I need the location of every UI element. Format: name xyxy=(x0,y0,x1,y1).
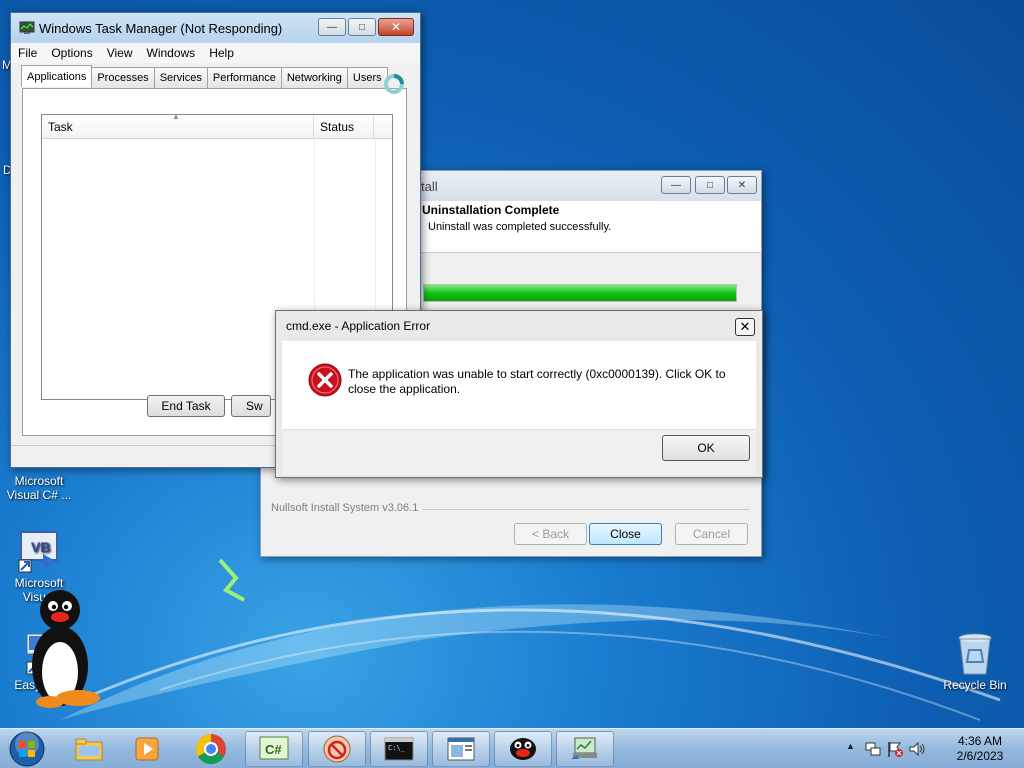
minimize-icon: — xyxy=(327,21,337,33)
menu-help[interactable]: Help xyxy=(202,46,241,60)
chrome-icon xyxy=(195,734,226,765)
header-subtitle: Uninstall was completed successfully. xyxy=(428,221,612,233)
task-manager-menubar: File Options View Windows Help xyxy=(11,43,420,63)
taskbar-installer-app[interactable] xyxy=(308,731,366,767)
clock-date: 2/6/2023 xyxy=(956,749,1004,763)
column-header-label: Status xyxy=(320,120,355,134)
maximize-icon: □ xyxy=(358,21,366,33)
error-dialog-titlebar[interactable]: cmd.exe - Application Error xyxy=(276,311,762,341)
progress-fill xyxy=(424,285,736,301)
close-button[interactable]: ✕ xyxy=(735,318,755,336)
column-task[interactable]: Task ▲ xyxy=(42,112,314,138)
error-dialog-footer: OK xyxy=(282,429,756,475)
taskbar-file-explorer[interactable] xyxy=(60,731,118,767)
taskbar-media-player[interactable] xyxy=(118,731,176,767)
system-tray: ▲ 4:36 AM 2/6/2023 xyxy=(834,729,1024,768)
svg-text:C:\_: C:\_ xyxy=(388,744,406,752)
svg-text:C#: C# xyxy=(265,742,282,757)
end-task-button[interactable]: End Task xyxy=(147,395,225,417)
task-list-header: Task ▲ Status xyxy=(42,112,392,139)
switch-to-button[interactable]: Sw xyxy=(231,395,271,417)
minimize-button[interactable]: — xyxy=(661,176,691,194)
minimize-button[interactable]: — xyxy=(318,18,346,36)
task-manager-icon xyxy=(19,21,35,34)
taskbar-command-prompt[interactable]: C:\_ xyxy=(370,731,428,767)
network-icon[interactable] xyxy=(864,740,882,758)
branding-divider xyxy=(423,509,749,510)
maximize-icon: □ xyxy=(706,179,714,191)
close-icon: ✕ xyxy=(737,179,747,191)
desktop-icon-visual-csharp[interactable]: Microsoft Visual C# ... xyxy=(2,474,76,502)
network-app-icon xyxy=(571,737,597,759)
task-manager-tabs: Applications Processes Services Performa… xyxy=(21,65,388,89)
visual-basic-icon: VB xyxy=(17,530,61,574)
csharp-icon: C# xyxy=(259,736,289,760)
close-icon: ✕ xyxy=(390,20,402,34)
taskbar-csharp-project[interactable]: C# xyxy=(245,731,303,767)
tab-processes[interactable]: Processes xyxy=(91,67,155,89)
tab-networking[interactable]: Networking xyxy=(280,67,348,89)
minimize-icon: — xyxy=(671,179,681,191)
menu-windows[interactable]: Windows xyxy=(140,46,203,60)
clock[interactable]: 4:36 AM 2/6/2023 xyxy=(946,734,1014,764)
maximize-button[interactable]: □ xyxy=(348,18,376,36)
volume-icon[interactable] xyxy=(908,740,926,758)
taskbar-pingu[interactable] xyxy=(494,731,552,767)
close-icon: ✕ xyxy=(739,319,751,334)
taskbar-network-app[interactable] xyxy=(556,731,614,767)
application-error-dialog: cmd.exe - Application Error ✕ The applic… xyxy=(275,310,763,478)
busy-spinner-icon xyxy=(384,74,404,94)
close-button[interactable]: Close xyxy=(589,523,662,545)
window-title: tall xyxy=(421,178,438,194)
ok-button[interactable]: OK xyxy=(662,435,750,461)
command-prompt-icon: C:\_ xyxy=(384,737,414,761)
show-hidden-icons-chevron-icon[interactable]: ▲ xyxy=(846,741,855,751)
taskbar-task-manager[interactable] xyxy=(432,731,490,767)
pingu-icon xyxy=(510,738,536,760)
tab-users[interactable]: Users xyxy=(346,67,388,89)
clock-time: 4:36 AM xyxy=(957,734,1003,748)
error-message-line: close the application. xyxy=(348,382,461,396)
header-title: Uninstallation Complete xyxy=(422,203,560,217)
action-center-flag-icon[interactable] xyxy=(886,740,904,758)
uninstaller-icon xyxy=(323,735,351,763)
column-status[interactable]: Status xyxy=(314,115,374,138)
svg-text:VB: VB xyxy=(31,539,50,555)
menu-view[interactable]: View xyxy=(100,46,140,60)
error-message: The application was unable to start corr… xyxy=(348,367,726,397)
maximize-button[interactable]: □ xyxy=(695,176,725,194)
error-message-line: The application was unable to start corr… xyxy=(348,367,726,381)
recycle-bin-icon xyxy=(953,632,997,676)
tab-services[interactable]: Services xyxy=(153,67,208,89)
menu-file[interactable]: File xyxy=(11,46,44,60)
start-orb-icon[interactable] xyxy=(8,730,46,768)
menu-options[interactable]: Options xyxy=(44,46,99,60)
back-button[interactable]: < Back xyxy=(514,523,587,545)
nsis-branding: Nullsoft Install System v3.06.1 xyxy=(271,502,419,514)
tab-performance[interactable]: Performance xyxy=(206,67,282,89)
window-title: cmd.exe - Application Error xyxy=(286,319,431,333)
desktop-icon-label: Recycle Bin xyxy=(943,678,1007,692)
column-header-label: Task xyxy=(48,120,73,134)
cancel-button[interactable]: Cancel xyxy=(675,523,748,545)
media-player-icon xyxy=(135,737,159,761)
column-spacer xyxy=(374,115,392,138)
sort-arrow-icon: ▲ xyxy=(172,112,180,121)
window-app-icon xyxy=(447,737,475,761)
error-dialog-body: The application was unable to start corr… xyxy=(282,341,756,429)
uninstall-progress-bar xyxy=(423,284,737,302)
close-button[interactable]: ✕ xyxy=(378,18,414,36)
desktop-icon-recycle-bin[interactable]: Recycle Bin xyxy=(938,632,1012,692)
pingu-desktop-mascot xyxy=(32,590,100,708)
taskbar: C# C:\_ ▲ 4:36 AM 2/6/2023 xyxy=(0,728,1024,768)
folder-icon xyxy=(75,738,103,761)
window-title: Windows Task Manager (Not Responding) xyxy=(39,20,283,36)
tab-applications[interactable]: Applications xyxy=(21,65,93,87)
taskbar-chrome[interactable] xyxy=(182,731,240,767)
desktop-icon-label: Microsoft xyxy=(14,474,64,488)
error-icon xyxy=(308,363,342,397)
desktop-icon-label: Visual C# ... xyxy=(6,488,72,502)
close-button[interactable]: ✕ xyxy=(727,176,757,194)
